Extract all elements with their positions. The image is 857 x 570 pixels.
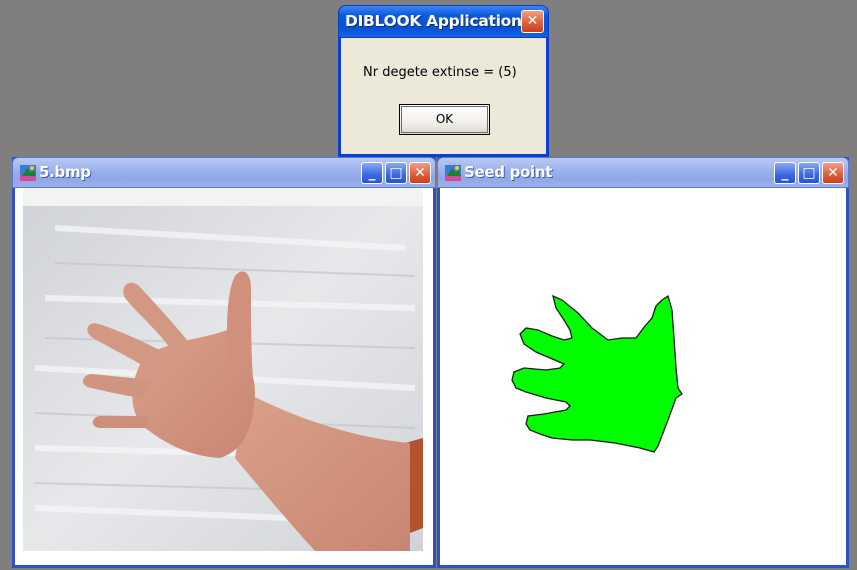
close-icon: ✕ <box>414 165 426 181</box>
dialog-message: Nr degete extinse = (5) <box>363 65 517 80</box>
close-button[interactable]: ✕ <box>409 162 431 184</box>
close-button[interactable]: ✕ <box>822 162 844 184</box>
image-window[interactable]: 5.bmp _ □ ✕ <box>12 157 436 568</box>
minimize-button[interactable]: _ <box>774 162 796 184</box>
app-image-icon <box>20 165 36 181</box>
ok-button[interactable]: OK <box>399 104 490 135</box>
close-icon: ✕ <box>827 165 839 181</box>
seed-window-titlebar[interactable]: Seed point _ □ ✕ <box>437 157 849 188</box>
image-canvas <box>15 188 433 565</box>
maximize-button[interactable]: □ <box>385 162 407 184</box>
dialog-title: DIBLOOK Application <box>345 12 522 30</box>
message-dialog: DIBLOOK Application ✕ Nr degete extinse … <box>338 5 549 157</box>
image-window-title: 5.bmp <box>39 163 91 181</box>
minimize-button[interactable]: _ <box>361 162 383 184</box>
seed-point-window[interactable]: Seed point _ □ ✕ <box>437 157 849 568</box>
seed-window-title: Seed point <box>464 163 553 181</box>
segmented-hand-mask <box>440 188 846 565</box>
close-icon: ✕ <box>526 13 539 29</box>
dialog-close-button[interactable]: ✕ <box>521 10 544 33</box>
app-image-icon <box>445 165 461 181</box>
maximize-button[interactable]: □ <box>798 162 820 184</box>
segmentation-canvas <box>440 188 846 565</box>
maximize-icon: □ <box>389 165 403 181</box>
minimize-icon: _ <box>781 165 789 181</box>
maximize-icon: □ <box>802 165 816 181</box>
minimize-icon: _ <box>368 165 376 181</box>
image-window-titlebar[interactable]: 5.bmp _ □ ✕ <box>12 157 436 188</box>
dialog-titlebar[interactable]: DIBLOOK Application ✕ <box>338 5 549 38</box>
hand-photo <box>23 188 423 565</box>
